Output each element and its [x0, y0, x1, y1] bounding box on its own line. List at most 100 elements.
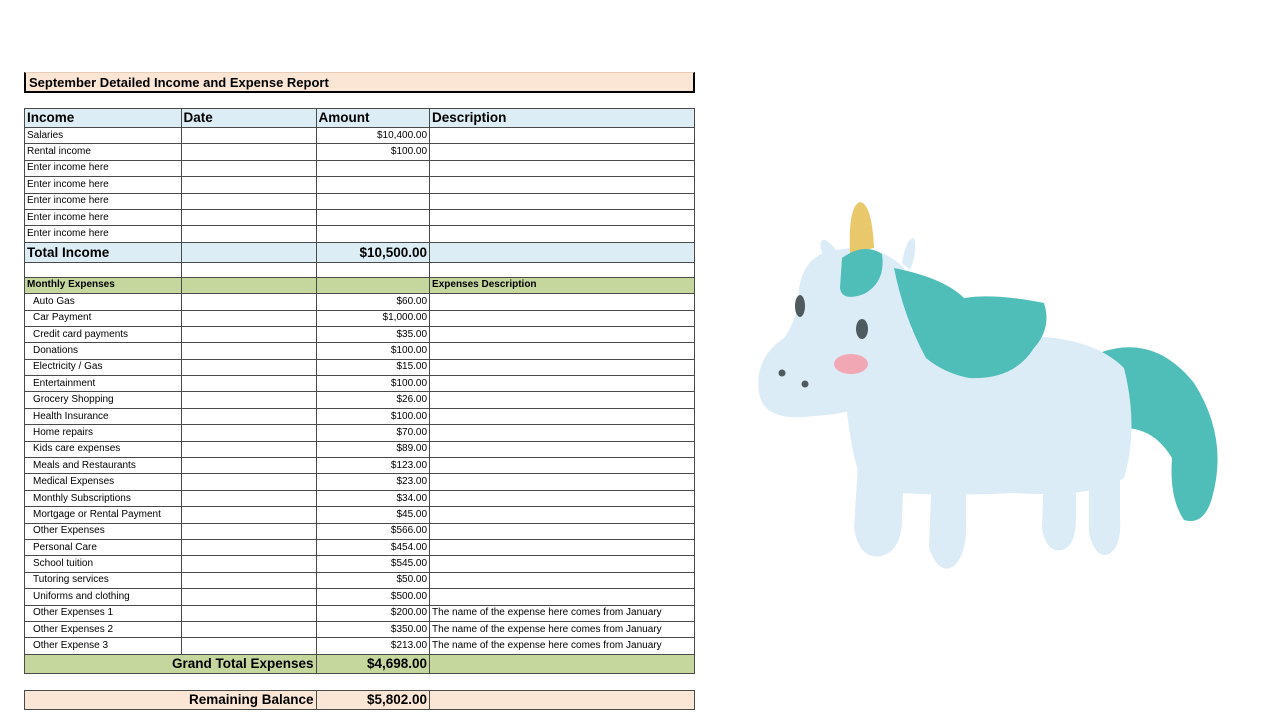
expense-amount-cell[interactable]: $15.00 — [315, 358, 431, 377]
expense-amount-cell[interactable]: $34.00 — [315, 489, 431, 508]
expense-label-cell[interactable]: Donations — [24, 342, 182, 360]
expense-label-cell[interactable]: Credit card payments — [24, 325, 182, 344]
expense-date-cell[interactable] — [180, 571, 317, 590]
date-column-header[interactable]: Date — [180, 108, 317, 128]
income-label-cell[interactable]: Enter income here — [24, 176, 182, 194]
expense-label-cell[interactable]: Entertainment — [24, 375, 182, 393]
expense-label-cell[interactable]: Electricity / Gas — [24, 358, 182, 377]
expense-date-cell[interactable] — [180, 407, 317, 426]
expense-amount-cell[interactable]: $35.00 — [315, 325, 431, 344]
blank-cell[interactable] — [429, 261, 695, 278]
blank-cell[interactable] — [24, 261, 182, 278]
expense-date-cell[interactable] — [180, 473, 317, 491]
income-date-cell[interactable] — [180, 176, 317, 194]
expense-amount-cell[interactable]: $200.00 — [315, 604, 431, 622]
expense-label-cell[interactable]: Other Expenses 1 — [24, 604, 182, 622]
expense-date-cell[interactable] — [180, 391, 317, 409]
expense-date-cell[interactable] — [180, 637, 317, 655]
expense-amount-cell[interactable]: $454.00 — [315, 538, 431, 557]
expense-desc-cell[interactable] — [429, 391, 695, 409]
expense-date-cell[interactable] — [180, 555, 317, 573]
expense-amount-cell[interactable]: $100.00 — [315, 375, 431, 393]
expense-desc-cell[interactable] — [429, 457, 695, 475]
expense-desc-cell[interactable] — [429, 571, 695, 590]
expense-desc-cell[interactable]: The name of the expense here comes from … — [429, 604, 695, 622]
expense-label-cell[interactable]: Tutoring services — [24, 571, 182, 590]
expense-label-cell[interactable]: Home repairs — [24, 424, 182, 442]
expense-desc-cell[interactable] — [429, 489, 695, 508]
expense-desc-cell[interactable] — [429, 342, 695, 360]
expense-amount-cell[interactable]: $100.00 — [315, 407, 431, 426]
expense-date-cell[interactable] — [180, 604, 317, 622]
expense-desc-cell[interactable] — [429, 424, 695, 442]
expense-desc-cell[interactable] — [429, 555, 695, 573]
expense-desc-cell[interactable] — [429, 375, 695, 393]
expense-date-cell[interactable] — [180, 538, 317, 557]
expense-date-cell[interactable] — [180, 358, 317, 377]
income-label-cell[interactable]: Enter income here — [24, 159, 182, 178]
total-income-amount[interactable]: $10,500.00 — [315, 241, 431, 263]
expense-label-cell[interactable]: Grocery Shopping — [24, 391, 182, 409]
expense-desc-cell[interactable] — [429, 358, 695, 377]
grand-total-amount[interactable]: $4,698.00 — [315, 653, 431, 674]
expense-label-cell[interactable]: Other Expenses 2 — [24, 620, 182, 639]
expense-label-cell[interactable]: Meals and Restaurants — [24, 457, 182, 475]
income-desc-cell[interactable] — [429, 143, 695, 161]
expense-amount-cell[interactable]: $26.00 — [315, 391, 431, 409]
expense-label-cell[interactable]: Personal Care — [24, 538, 182, 557]
expense-label-cell[interactable]: Health Insurance — [24, 407, 182, 426]
income-amount-cell[interactable]: $100.00 — [315, 143, 431, 161]
income-amount-cell[interactable] — [315, 176, 431, 194]
expense-amount-cell[interactable]: $70.00 — [315, 424, 431, 442]
expense-desc-cell[interactable] — [429, 588, 695, 606]
expense-label-cell[interactable]: Car Payment — [24, 309, 182, 327]
expense-date-cell[interactable] — [180, 293, 317, 311]
expense-amount-cell[interactable]: $500.00 — [315, 588, 431, 606]
income-column-header[interactable]: Income — [24, 108, 182, 128]
grand-total-label[interactable]: Grand Total Expenses — [24, 653, 317, 674]
total-income-label[interactable]: Total Income — [24, 241, 182, 263]
expense-label-cell[interactable]: Monthly Subscriptions — [24, 489, 182, 508]
income-desc-cell[interactable] — [429, 192, 695, 210]
expense-date-cell[interactable] — [180, 506, 317, 524]
total-income-desc-cell[interactable] — [429, 241, 695, 263]
income-desc-cell[interactable] — [429, 225, 695, 243]
expense-label-cell[interactable]: Uniforms and clothing — [24, 588, 182, 606]
income-desc-cell[interactable] — [429, 176, 695, 194]
income-date-cell[interactable] — [180, 225, 317, 243]
income-desc-cell[interactable] — [429, 126, 695, 145]
income-amount-cell[interactable] — [315, 208, 431, 227]
amount-column-header[interactable]: Amount — [315, 108, 431, 128]
expense-amount-cell[interactable]: $123.00 — [315, 457, 431, 475]
expense-amount-cell[interactable]: $100.00 — [315, 342, 431, 360]
expense-date-cell[interactable] — [180, 457, 317, 475]
expense-date-cell[interactable] — [180, 440, 317, 459]
income-date-cell[interactable] — [180, 143, 317, 161]
income-amount-cell[interactable] — [315, 192, 431, 210]
income-amount-cell[interactable]: $10,400.00 — [315, 126, 431, 145]
expense-label-cell[interactable]: Other Expense 3 — [24, 637, 182, 655]
expense-date-cell[interactable] — [180, 342, 317, 360]
expense-amount-cell[interactable]: $23.00 — [315, 473, 431, 491]
remaining-balance-label[interactable]: Remaining Balance — [24, 689, 317, 710]
blank-cell[interactable] — [315, 261, 431, 278]
expense-desc-cell[interactable] — [429, 506, 695, 524]
total-income-date-cell[interactable] — [180, 241, 317, 263]
expense-date-cell[interactable] — [180, 522, 317, 540]
income-date-cell[interactable] — [180, 159, 317, 178]
expense-desc-cell[interactable] — [429, 473, 695, 491]
expenses-date-header[interactable] — [180, 276, 317, 295]
expense-date-cell[interactable] — [180, 620, 317, 639]
expenses-description-header[interactable]: Expenses Description — [429, 276, 695, 295]
expense-desc-cell[interactable] — [429, 325, 695, 344]
expense-desc-cell[interactable]: The name of the expense here comes from … — [429, 637, 695, 655]
grand-total-desc-cell[interactable] — [429, 653, 695, 674]
income-desc-cell[interactable] — [429, 208, 695, 227]
expense-desc-cell[interactable] — [429, 538, 695, 557]
expenses-column-header[interactable]: Monthly Expenses — [24, 276, 182, 295]
expense-amount-cell[interactable]: $45.00 — [315, 506, 431, 524]
blank-cell[interactable] — [180, 261, 317, 278]
income-label-cell[interactable]: Salaries — [24, 126, 182, 145]
expense-label-cell[interactable]: School tuition — [24, 555, 182, 573]
income-label-cell[interactable]: Rental income — [24, 143, 182, 161]
